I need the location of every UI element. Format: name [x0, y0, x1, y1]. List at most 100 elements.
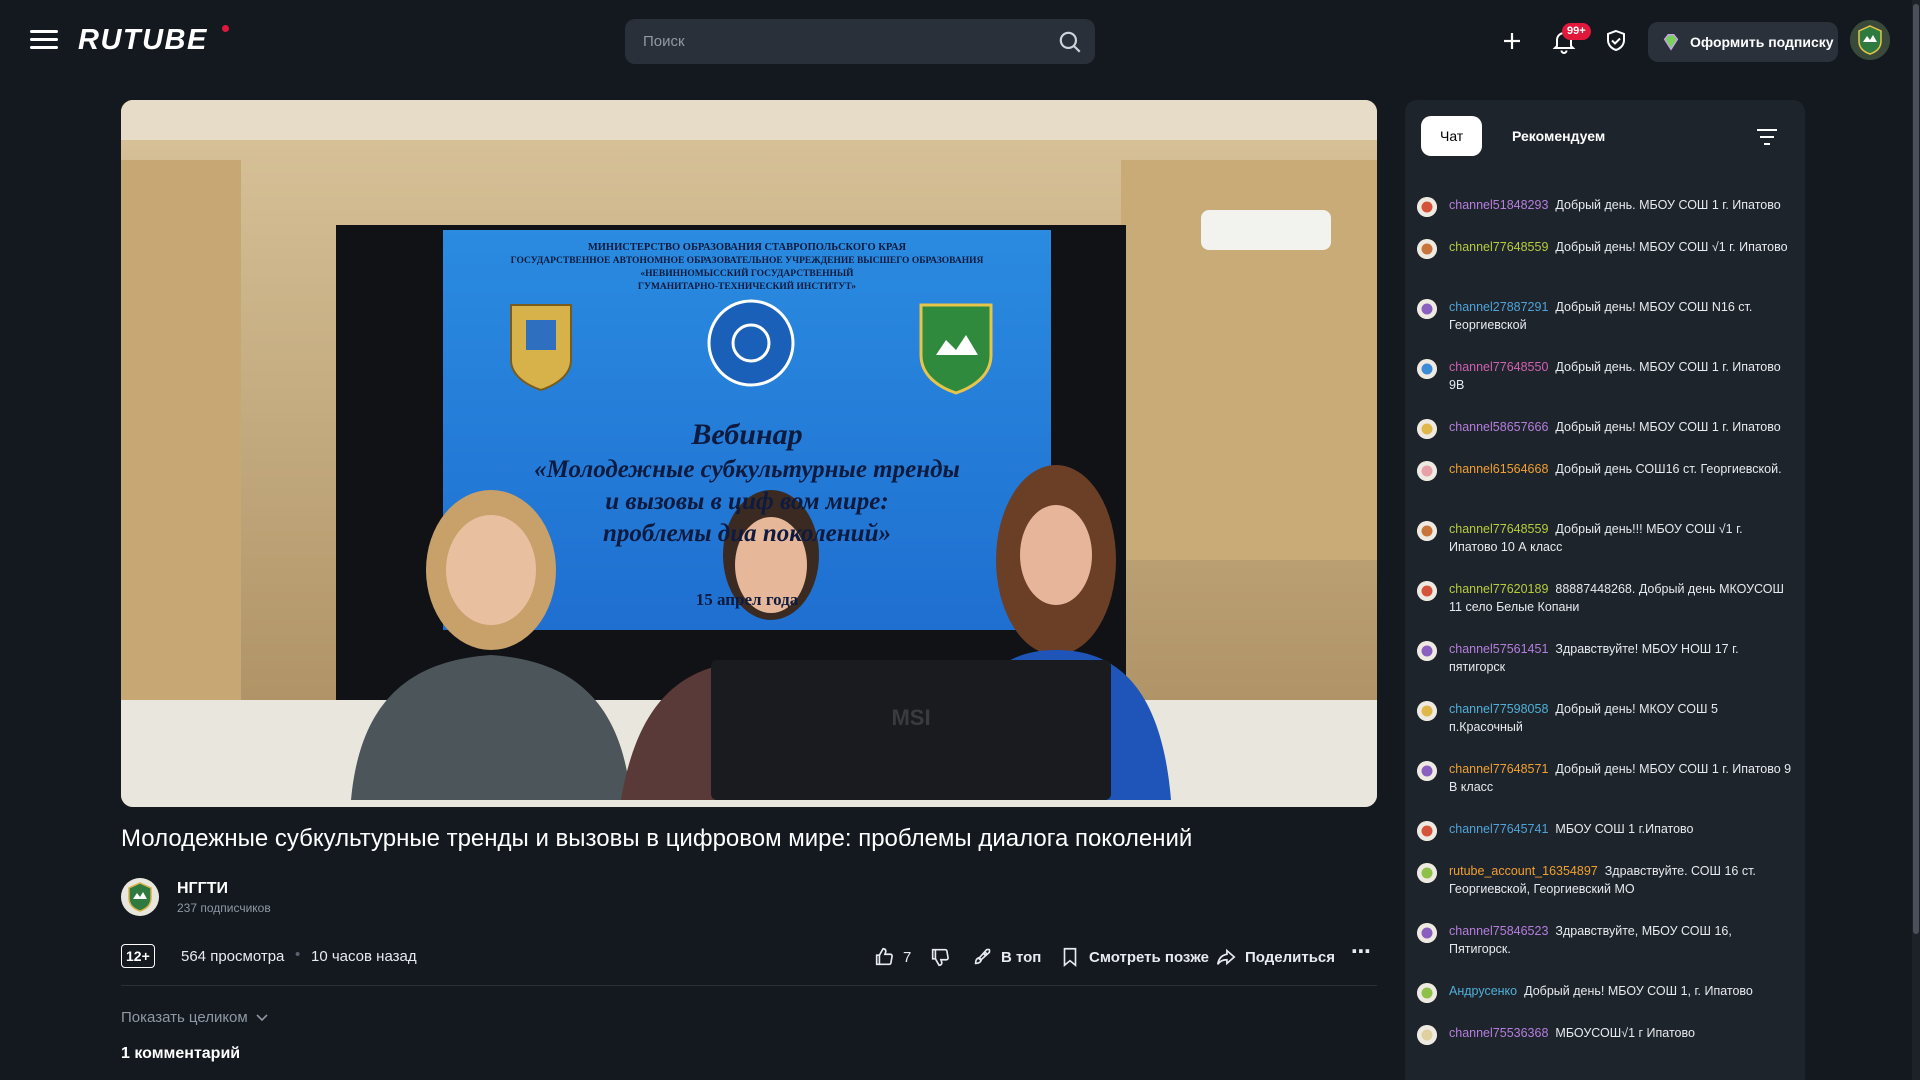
chat-avatar[interactable]: [1417, 461, 1437, 481]
video-player[interactable]: MSI МИНИСТЕРСТВО ОБРАЗОВАНИЯ СТАВРОПОЛЬС…: [121, 100, 1377, 807]
chat-username[interactable]: channel75846523: [1449, 924, 1548, 938]
share-button[interactable]: Поделиться: [1215, 944, 1335, 970]
video-title: Молодежные субкультурные тренды и вызовы…: [121, 825, 1193, 852]
chat-message: channel58657666 Добрый день! МБОУ СОШ 1 г…: [1417, 418, 1793, 439]
chat-message: channel77598058 Добрый день! МКОУ СОШ 5 п…: [1417, 700, 1793, 736]
tab-recommended[interactable]: Рекомендуем: [1493, 116, 1624, 156]
chat-panel: Чат Рекомендуем channel51848293 Добрый де…: [1405, 100, 1805, 1080]
chat-username[interactable]: channel77648559: [1449, 240, 1548, 254]
subscribe-button[interactable]: Оформить подписку: [1648, 22, 1838, 62]
chat-username[interactable]: channel51848293: [1449, 198, 1548, 212]
chat-avatar[interactable]: [1417, 419, 1437, 439]
chat-username[interactable]: channel58657666: [1449, 420, 1548, 434]
chat-avatar[interactable]: [1417, 521, 1437, 541]
chat-message: channel77648559 Добрый день! МБОУ СОШ √1 …: [1417, 238, 1793, 259]
chat-avatar[interactable]: [1417, 641, 1437, 661]
chat-avatar[interactable]: [1417, 299, 1437, 319]
video-meta-row: 12+ 564 просмотра • 10 часов назад 7 В т…: [121, 941, 1377, 972]
chat-message: channel77648550 Добрый день. МБОУ СОШ 1 г…: [1417, 358, 1793, 394]
chat-avatar[interactable]: [1417, 359, 1437, 379]
bookmark-icon: [1063, 947, 1077, 968]
emblem-center-icon: [707, 299, 795, 387]
chat-username[interactable]: Андрусенко: [1449, 984, 1517, 998]
chat-username[interactable]: channel77648571: [1449, 762, 1548, 776]
chat-avatar[interactable]: [1417, 701, 1437, 721]
monitor-brand: MSI: [891, 705, 930, 730]
user-avatar[interactable]: [1850, 20, 1890, 60]
search-box: [625, 19, 1095, 64]
watch-later-button[interactable]: Смотреть позже: [1059, 944, 1209, 970]
chat-message-text: МБОУ СОШ 1 г.Ипатово: [1555, 822, 1694, 836]
slide-institution-2: «НЕВИННОМЫССКИЙ ГОСУДАРСТВЕННЫЙ: [640, 269, 854, 279]
chat-username[interactable]: channel77648550: [1449, 360, 1548, 374]
top-label: В топ: [1001, 948, 1042, 966]
chat-avatar[interactable]: [1417, 239, 1437, 259]
chat-avatar[interactable]: [1417, 821, 1437, 841]
chat-message-text: Добрый день СОШ16 ст. Георгиевской.: [1555, 462, 1782, 476]
slide-date: 15 апрел года: [695, 590, 799, 609]
notifications-badge: 99+: [1562, 23, 1591, 40]
search-icon[interactable]: [1057, 29, 1083, 55]
channel-name[interactable]: НГГТИ: [177, 880, 228, 898]
like-button[interactable]: 7: [873, 944, 911, 970]
top-button[interactable]: В топ: [971, 944, 1041, 970]
filter-icon[interactable]: [1755, 127, 1779, 147]
slide-line-3: проблемы диа поколений»: [603, 520, 891, 547]
chat-username[interactable]: channel75536368: [1449, 1026, 1548, 1040]
chat-username[interactable]: channel61564668: [1449, 462, 1548, 476]
chat-username[interactable]: channel57561451: [1449, 642, 1548, 656]
chat-avatar[interactable]: [1417, 1025, 1437, 1045]
chat-message: channel51848293 Добрый день. МБОУ СОШ 1 г…: [1417, 196, 1793, 217]
chat-message-text: Добрый день. МБОУ СОШ 1 г. Ипатово: [1555, 198, 1781, 212]
chat-username[interactable]: channel27887291: [1449, 300, 1548, 314]
chat-message: channel61564668 Добрый день СОШ16 ст. Гео…: [1417, 460, 1793, 481]
dislike-button[interactable]: [929, 944, 951, 970]
page-scrollbar[interactable]: [1912, 0, 1920, 1080]
slide-line-1: «Молодежные субкультурные тренды: [534, 456, 960, 483]
logo-dot: [222, 25, 229, 32]
share-arrow-icon: [1216, 948, 1236, 966]
scrollbar-thumb[interactable]: [1913, 4, 1919, 934]
chat-avatar[interactable]: [1417, 761, 1437, 781]
thumbs-down-icon: [931, 948, 949, 967]
chat-message: channel57561451 Здравствуйте! МБОУ НОШ 17…: [1417, 640, 1793, 676]
chat-message: channel77645741 МБОУ СОШ 1 г.Ипатово: [1417, 820, 1793, 841]
chat-username[interactable]: channel77648559: [1449, 522, 1548, 536]
chat-avatar[interactable]: [1417, 863, 1437, 883]
chat-message: channel75846523 Здравствуйте, МБОУ СОШ 16…: [1417, 922, 1793, 958]
chat-message-text: МБОУСОШ√1 г Ипатово: [1555, 1026, 1695, 1040]
plus-icon[interactable]: [1497, 26, 1527, 56]
more-options-icon[interactable]: ⋯: [1351, 938, 1371, 964]
shield-check-icon[interactable]: [1601, 26, 1631, 56]
slide-institution-1: ГОСУДАРСТВЕННОЕ АВТОНОМНОЕ ОБРАЗОВАТЕЛЬН…: [510, 256, 984, 266]
chat-username[interactable]: channel77598058: [1449, 702, 1548, 716]
diamond-icon: [1663, 33, 1679, 51]
chat-avatar[interactable]: [1417, 923, 1437, 943]
views-count: 564 просмотра: [181, 948, 285, 965]
meta-separator: •: [295, 946, 301, 963]
rocket-icon: [974, 948, 991, 965]
search-input[interactable]: [641, 19, 1041, 64]
thumbs-up-icon: [875, 947, 893, 966]
watch-later-label: Смотреть позже: [1089, 948, 1209, 966]
chat-message: channel27887291 Добрый день! МБОУ СОШ N16…: [1417, 298, 1793, 334]
chat-avatar[interactable]: [1417, 983, 1437, 1003]
menu-icon[interactable]: [30, 30, 58, 54]
emblem-right-icon: [919, 303, 993, 395]
comments-count: 1 комментарий: [121, 1045, 241, 1062]
tab-chat[interactable]: Чат: [1421, 116, 1483, 156]
channel-subscribers: 237 подписчиков: [177, 901, 271, 915]
share-label: Поделиться: [1245, 948, 1336, 966]
slide-ministry: МИНИСТЕРСТВО ОБРАЗОВАНИЯ СТАВРОПОЛЬСКОГО…: [587, 242, 907, 253]
chat-username[interactable]: channel77645741: [1449, 822, 1548, 836]
chat-avatar[interactable]: [1417, 197, 1437, 217]
likes-count: 7: [903, 948, 912, 966]
chat-username[interactable]: channel77620189: [1449, 582, 1548, 596]
chat-message: Андрусенко Добрый день! МБОУ СОШ 1, г. Ип…: [1417, 982, 1793, 1003]
chat-username[interactable]: rutube_account_16354897: [1449, 864, 1598, 878]
channel-avatar[interactable]: [121, 878, 159, 916]
emblem-left-icon: [510, 304, 572, 392]
show-full-description-button[interactable]: Показать целиком: [121, 1009, 268, 1026]
rutube-logo[interactable]: RUTUBE: [78, 24, 208, 57]
chat-avatar[interactable]: [1417, 581, 1437, 601]
